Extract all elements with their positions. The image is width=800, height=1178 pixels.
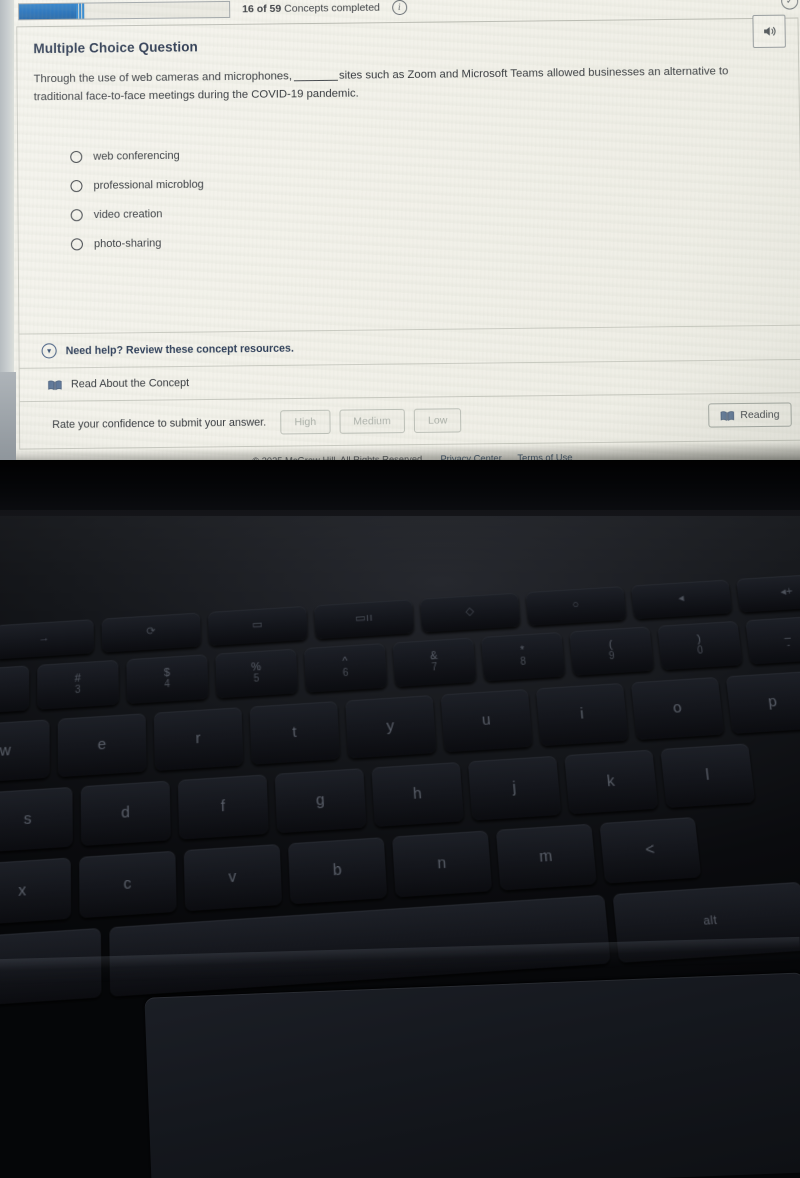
help-section: ▾ Need help? Review these concept resour… [19,324,800,402]
key-3: #3 [37,659,119,710]
key-w: w [0,719,50,784]
reading-button[interactable]: Reading [707,402,792,428]
key-b: b [287,837,388,905]
key-9: (9 [569,626,655,676]
laptop-screen: 16 of 59 Concepts completed i ✓ Multiple… [0,0,800,460]
question-type-label: Multiple Choice Question [33,39,198,57]
confidence-bar: Rate your confidence to submit your answ… [18,393,800,450]
check-circle-icon[interactable]: ✓ [781,0,799,10]
reading-button-label: Reading [740,408,780,422]
key-o: o [630,676,725,741]
question-card: Multiple Choice Question Through the use… [16,14,800,403]
key-5: % 5 [215,648,298,699]
key-fn-2: ▭ [207,605,308,647]
answer-option-label: video creation [93,208,163,222]
key-4: $4 [126,654,209,705]
confidence-prompt: Rate your confidence to submit your answ… [52,416,267,432]
progress-bar-fill [19,3,76,19]
screen-left-bezel-lower [0,372,16,460]
key-u: u [440,688,533,753]
read-about-concept-label: Read About the Concept [70,377,190,391]
key-fn-1: ⟳ [101,612,201,653]
key-7: & 7 [392,637,477,688]
answer-option-label: professional microblog [93,178,204,192]
key-v: v [183,843,283,912]
key-g: g [274,768,367,834]
key-6: ^ 6 [304,643,388,693]
info-icon[interactable]: i [391,0,407,15]
progress-bar [18,0,231,20]
key-d: d [80,780,171,847]
progress-label: 16 of 59 Concepts completed i [242,0,407,16]
answer-option-label: photo-sharing [93,237,162,251]
key-x: x [0,857,72,926]
key-fn-7: ◂+ [736,572,800,613]
laptop-hinge [0,452,800,516]
learnsmart-page: 16 of 59 Concepts completed i ✓ Multiple… [8,0,800,460]
answer-options-list: web conferencing professional microblog vi… [18,98,800,259]
key-fn-4: ◇ [419,592,521,633]
answer-option-label: web conferencing [93,149,180,163]
laptop-photo-scene: →⟳▭▭ıı◇○◂◂+ @2#3$4%5^6&7*8(9)0_- wertyui… [0,0,800,1178]
key-p: p [725,670,800,734]
key-y: y [345,695,437,759]
confidence-button-medium: Medium [339,408,406,434]
confidence-button-group: High Medium Low [280,408,470,435]
open-book-icon [720,410,734,421]
key--: _ - [745,615,800,665]
key-comma: < [599,816,702,884]
key-i: i [535,682,629,747]
speaker-icon[interactable] [752,14,786,49]
question-text-before-blank: Through the use of web cameras and micro… [33,70,293,86]
radio-button-icon[interactable] [70,238,83,251]
key-h: h [371,761,464,828]
chevron-down-icon: ▾ [41,343,57,359]
key-c: c [79,850,177,919]
key-l: l [660,743,756,809]
need-help-label: Need help? Review these concept resource… [65,342,294,357]
key-t: t [249,701,341,765]
key-k: k [564,749,659,815]
key-s: s [0,786,73,853]
radio-button-icon[interactable] [70,180,83,193]
key-fn-3: ▭ıı [314,599,415,640]
key-r: r [153,707,244,772]
key-0: ) 0 [657,620,743,671]
radio-button-icon[interactable] [70,150,83,164]
key-f: f [177,774,269,840]
key-8: * 8 [481,631,566,682]
progress-status-text: Concepts completed [284,1,380,15]
key-n: n [392,830,493,898]
key-fn-5: ○ [525,586,627,626]
open-book-icon [48,379,62,390]
answer-blank [293,79,339,82]
progress-bar-marker [75,3,85,19]
confidence-button-low: Low [413,408,462,433]
key-j: j [467,755,562,821]
trackpad[interactable] [144,972,800,1178]
progress-count: 16 of 59 [242,2,282,15]
radio-button-icon[interactable] [70,209,83,222]
key-fn-0: → [0,619,94,660]
key-fn-6: ◂ [630,579,733,620]
confidence-button-high: High [280,409,331,435]
key-m: m [495,823,597,891]
key-2: @2 [0,665,30,716]
key-e: e [57,713,147,778]
